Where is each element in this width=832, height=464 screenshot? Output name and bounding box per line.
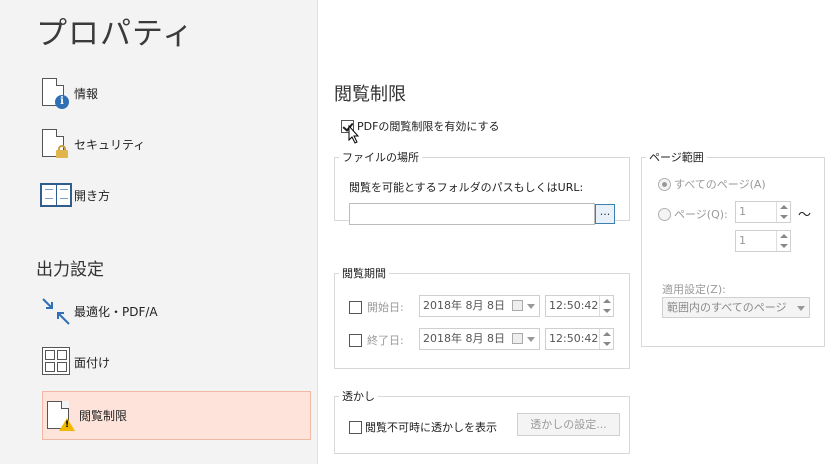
nav-item-view-restriction[interactable]: 閲覧制限 (42, 391, 311, 440)
spinner-icon[interactable] (599, 296, 613, 316)
watermark-legend: 透かし (342, 390, 375, 403)
lock-document-icon (38, 124, 74, 164)
view-period-group: 閲覧期間 (334, 265, 630, 369)
start-date-picker[interactable]: 2018年 8月 8日 (419, 295, 540, 317)
enable-restriction-label: PDFの閲覧制限を有効にする (357, 120, 500, 133)
start-time-value: 12:50:42 (549, 299, 599, 312)
browse-button[interactable]: ... (595, 204, 615, 224)
folder-path-label: 閲覧を可能とするフォルダのパスもしくはURL: (349, 181, 584, 194)
pages-row: ページ(Q): (658, 206, 728, 222)
nav-item-info-label: 情報 (74, 86, 99, 101)
end-time-input[interactable]: 12:50:42 (545, 328, 614, 350)
apply-settings-value: 範囲内のすべてのページ (667, 301, 787, 314)
nav-item-view-restriction-label: 閲覧制限 (79, 409, 128, 423)
folder-path-input[interactable] (349, 203, 595, 225)
range-tilde: ～ (798, 208, 812, 223)
info-document-icon: i (38, 73, 74, 113)
nav-item-security-label: セキュリティ (74, 137, 146, 152)
enable-restriction-row[interactable]: PDFの閲覧制限を有効にする (341, 118, 500, 134)
nav-item-info[interactable]: i 情報 (38, 70, 310, 116)
end-date-checkbox[interactable] (349, 333, 362, 347)
watermark-settings-button[interactable]: 透かしの設定... (517, 413, 620, 436)
page-from-value: 1 (739, 205, 746, 218)
all-pages-radio[interactable] (658, 177, 671, 191)
end-date-value: 2018年 8月 8日 (423, 332, 505, 345)
all-pages-row: すべてのページ(A) (658, 176, 766, 192)
nav-item-open-label: 開き方 (74, 188, 111, 203)
page-title: プロパティ (36, 16, 195, 52)
pages-label: ページ(Q): (674, 208, 728, 221)
watermark-row: 閲覧不可時に透かしを表示 (349, 419, 497, 435)
open-book-icon (38, 175, 74, 215)
start-date-label: 開始日: (367, 301, 404, 314)
end-time-value: 12:50:42 (549, 332, 599, 345)
file-location-legend: ファイルの場所 (342, 151, 419, 164)
section-heading: 閲覧制限 (334, 84, 406, 105)
view-period-legend: 閲覧期間 (342, 267, 386, 280)
mouse-cursor-icon (348, 125, 360, 144)
start-time-input[interactable]: 12:50:42 (545, 295, 614, 317)
apply-settings-label: 適用設定(Z): (662, 283, 726, 296)
page-range-legend: ページ範囲 (649, 151, 704, 164)
all-pages-label: すべてのページ(A) (674, 178, 766, 191)
apply-settings-select[interactable]: 範囲内のすべてのページ (662, 297, 810, 318)
page-to-value: 1 (739, 234, 746, 247)
spinner-icon[interactable] (776, 202, 790, 222)
imposition-grid-icon (38, 342, 74, 382)
nav-item-open[interactable]: 開き方 (38, 172, 310, 218)
chevron-down-icon (527, 337, 535, 342)
pages-radio[interactable] (658, 207, 671, 221)
start-date-value: 2018年 8月 8日 (423, 299, 505, 312)
start-date-row: 開始日: (349, 299, 404, 315)
optimize-arrows-icon (38, 291, 74, 331)
end-date-picker[interactable]: 2018年 8月 8日 (419, 328, 540, 350)
page-to-input[interactable]: 1 (735, 230, 791, 252)
nav-item-optimize[interactable]: 最適化・PDF/A (38, 288, 310, 334)
end-date-label: 終了日: (367, 334, 404, 347)
chevron-down-icon (527, 304, 535, 309)
spinner-icon[interactable] (776, 231, 790, 251)
chevron-down-icon (797, 306, 805, 311)
show-watermark-label: 閲覧不可時に透かしを表示 (365, 421, 497, 434)
start-date-checkbox[interactable] (349, 300, 362, 314)
left-pane: プロパティ i 情報 セキュリティ 開き方 出力設定 最適化・PDF/A 面付け… (0, 0, 318, 464)
calendar-icon (512, 300, 523, 311)
nav-item-imposition[interactable]: 面付け (38, 339, 310, 385)
calendar-icon (512, 333, 523, 344)
spinner-icon[interactable] (599, 329, 613, 349)
nav-item-imposition-label: 面付け (74, 355, 111, 370)
show-watermark-checkbox[interactable] (349, 420, 362, 434)
page-from-input[interactable]: 1 (735, 201, 791, 223)
end-date-row: 終了日: (349, 332, 404, 348)
nav-item-security[interactable]: セキュリティ (38, 121, 310, 167)
warning-document-icon (43, 396, 79, 436)
nav-item-optimize-label: 最適化・PDF/A (74, 304, 158, 319)
output-section-title: 出力設定 (36, 260, 104, 280)
